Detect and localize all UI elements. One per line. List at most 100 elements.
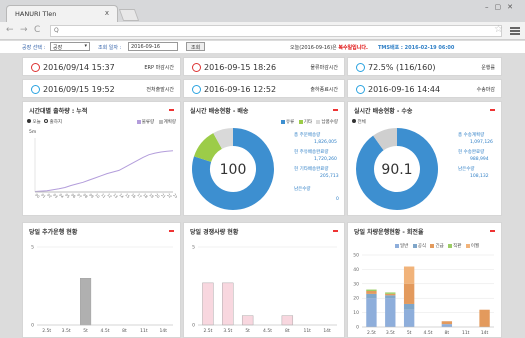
x-tick-label: 13 [112,193,118,199]
address-bar[interactable]: Q [50,25,502,37]
minimize-icon[interactable] [169,109,174,111]
radio-icon[interactable] [27,119,31,123]
x-tick-label: 06 [70,193,76,199]
filter-bar: 공장 선택 : 공장 ▾ 조회 일자 : 2016-09-16 조회 오늘(20… [0,41,525,53]
bar [241,315,254,326]
stat-label: 남은수량 [458,167,475,172]
kpi-operation-rate: 72.5% (116/160) 운행률 [347,57,502,76]
panel-title: 당일 차량운행현황 - 회전율 [354,229,424,236]
bar-segment [385,298,396,327]
bar-segment [403,266,415,284]
x-tick-label: 14t [160,328,168,334]
x-tick-label: 2.5t [42,328,51,334]
x-tick-label: 15 [124,193,130,199]
chart-legend: 유류 기타 납품수량 [281,119,338,125]
panel-extra-operation: 당일 추가운행 현황 0 5 2.5t 3.5t 5t 4.5t 8t 11t 14t [22,222,181,338]
minimize-icon[interactable] [333,230,338,232]
date-label: 조회 일자 : [98,45,122,51]
x-tick-label: 3.5t [223,328,232,334]
kpi-transport-close: 2016-09-16 14:44 수송마감 [347,79,502,98]
bookmark-star-icon[interactable]: ☆ [494,24,503,35]
panel-title: 시간대별 출하량 : 누적 [29,108,88,115]
bar [281,315,294,326]
legend-swatch [316,119,321,124]
reload-icon[interactable]: C [34,25,40,35]
x-tick-label: 04 [58,193,65,200]
stat-value: 1,826,005 [314,140,337,145]
clock-icon [356,85,365,94]
window-controls[interactable]: –▢✕ [485,3,519,11]
kpi-erp-close: 2016/09/14 15:37 ERP 마감시간 [22,57,181,76]
donut-center-value: 90.1 [381,162,412,178]
bar-segment [479,309,490,327]
x-tick-label: 21 [160,193,166,199]
x-tick-label: 07 [76,193,82,199]
chevron-down-icon: ▾ [84,43,87,49]
x-tick-label: 17 [136,193,142,199]
minimize-icon[interactable] [333,109,338,111]
panel-title: 실시간 배송현황 - 배송 [190,108,249,115]
bar-segment [403,283,415,304]
stat-label: 총 주문배송량 [294,133,321,138]
legend-label: 납품수량 [321,120,338,125]
x-tick-label: 8t [445,330,450,336]
donut-slice [213,128,234,150]
kpi-label: 물류마감시간 [310,65,338,71]
chart-legend: 물류량 계획량 [134,119,176,125]
x-tick-label: 2.5t [367,330,376,336]
bar-segment [441,324,453,327]
clock-icon [192,85,201,94]
search-icon: Q [54,27,59,34]
radio-group[interactable]: 오늘 출하지 [27,119,62,125]
stat-label: 현 기타배송완료량 [294,167,329,172]
new-tab-button[interactable] [118,9,140,21]
bar-segment [441,321,453,325]
search-button[interactable]: 조회 [186,42,206,51]
radio-icon[interactable] [352,119,356,123]
clock-icon [31,63,40,72]
tab-title: HANURI Tlen [15,10,57,18]
donut-chart: 100 [192,128,274,210]
x-tick-label: 12 [106,193,112,199]
x-tick-label: 20 [154,193,160,199]
bar-segment [385,293,396,296]
x-tick-label: 4.5t [263,328,272,334]
minimize-icon[interactable] [169,230,174,232]
stat-value: 1,720,260 [314,157,337,162]
x-tick-label: 10 [94,193,100,199]
notice-highlight: 복수일입니다. [338,45,368,51]
donut-slice [373,128,398,151]
kpi-value: 2016-09-16 12:52 [204,85,277,94]
bar [80,278,92,326]
y-tick-label: 0 [31,323,34,329]
minimize-icon[interactable] [490,230,495,232]
bar [202,282,214,326]
browser-tabbar: HANURI Tlen x –▢✕ [0,0,525,22]
browser-tab[interactable]: HANURI Tlen x [6,5,118,22]
legend-label: 계획량 [163,120,176,125]
x-tick-label: 09 [88,193,94,199]
back-arrow-icon[interactable]: ← [6,25,14,35]
stat-value: 205,713 [320,174,339,179]
y-tick-label: 10 [353,310,359,316]
stat-value: 1,097,126 [470,140,493,145]
date-input[interactable]: 2016-09-16 [128,42,178,51]
kpi-departure: 2016/09/15 19:52 전처출발시간 [22,79,181,98]
legend-swatch [136,119,141,124]
x-tick-label: 4.5t [101,328,110,334]
legend-label: 유류 [286,120,295,125]
minimize-icon[interactable] [490,109,495,111]
menu-icon[interactable] [510,27,520,35]
x-tick-label: 02 [46,193,52,199]
x-tick-label: 08 [82,193,88,199]
radio-icon[interactable] [44,119,49,123]
forward-arrow-icon[interactable]: → [20,25,28,35]
kpi-label: 출하종료시간 [310,87,338,93]
x-tick-label: 14t [323,328,331,334]
x-tick-label: 19 [148,193,154,199]
project-select[interactable]: 공장 ▾ [50,42,90,51]
x-tick-label: 5t [83,328,88,334]
legend-swatch [281,119,285,124]
tab-close-icon[interactable]: x [105,9,109,17]
stat-label: 현 주유배송완료량 [294,150,329,155]
